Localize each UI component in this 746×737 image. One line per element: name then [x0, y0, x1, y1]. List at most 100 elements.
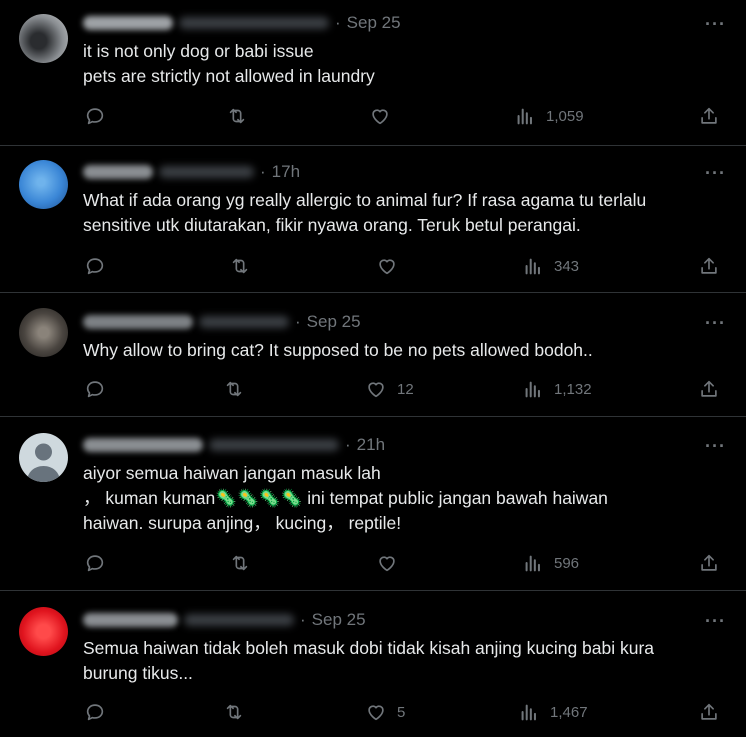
view-count: 1,059	[546, 107, 584, 125]
reply-button[interactable]	[84, 255, 106, 277]
tweet-text: aiyor semua haiwan jangan masuk lah ， ku…	[83, 463, 608, 533]
action-bar: 12 1,132	[0, 378, 746, 402]
share-button[interactable]	[698, 701, 720, 723]
retweet-button[interactable]	[229, 552, 251, 574]
view-count: 1,467	[550, 703, 588, 721]
action-bar: 5 1,467	[0, 701, 746, 725]
author-handle[interactable]	[159, 166, 254, 178]
retweet-icon	[232, 258, 248, 274]
share-button[interactable]	[698, 105, 720, 127]
action-bar: 1,059	[0, 105, 746, 129]
views-icon	[521, 704, 536, 721]
more-icon[interactable]: ···	[705, 436, 726, 457]
like-button[interactable]	[376, 255, 408, 277]
share-icon	[701, 380, 717, 397]
like-icon	[379, 259, 395, 275]
share-icon	[701, 107, 717, 124]
views-icon	[525, 381, 540, 398]
author-name[interactable]	[83, 165, 153, 179]
reply-tweet[interactable]: · 17h ··· What if ada orang yg really al…	[0, 146, 746, 293]
share-icon	[701, 257, 717, 274]
share-icon	[701, 703, 717, 720]
retweet-icon	[232, 555, 248, 571]
retweet-button[interactable]	[223, 378, 245, 400]
more-icon[interactable]: ···	[705, 14, 726, 35]
tweet-text: Why allow to bring cat? It supposed to b…	[83, 340, 593, 360]
retweet-icon	[229, 108, 245, 124]
author-name[interactable]	[83, 613, 178, 627]
author-name[interactable]	[83, 16, 173, 30]
reply-icon	[86, 555, 104, 572]
views-button[interactable]: 1,059	[514, 105, 584, 127]
reply-icon	[86, 381, 104, 398]
tweet-time[interactable]: Sep 25	[312, 610, 366, 630]
more-icon[interactable]: ···	[705, 163, 726, 184]
like-icon	[372, 109, 388, 125]
separator: ·	[345, 435, 351, 454]
view-count: 343	[554, 257, 580, 275]
separator: ·	[300, 610, 306, 629]
views-icon	[525, 258, 540, 275]
reply-tweet[interactable]: · 21h ··· aiyor semua haiwan jangan masu…	[0, 417, 746, 591]
views-button[interactable]: 343	[522, 255, 579, 277]
reply-button[interactable]	[84, 701, 106, 723]
like-button[interactable]	[369, 105, 401, 127]
reply-tweet[interactable]: · Sep 25 ··· Semua haiwan tidak boleh ma…	[0, 591, 746, 737]
like-count: 5	[397, 703, 406, 721]
share-button[interactable]	[698, 255, 720, 277]
tweet-header: · 21h	[83, 434, 385, 456]
views-icon	[517, 108, 532, 125]
views-icon	[525, 555, 540, 572]
tweet-header: · Sep 25	[83, 311, 361, 333]
tweet-text: Semua haiwan tidak boleh masuk dobi tida…	[83, 638, 655, 683]
reply-button[interactable]	[84, 378, 106, 400]
reply-icon	[86, 258, 104, 275]
like-icon	[368, 705, 384, 721]
share-button[interactable]	[698, 378, 720, 400]
more-icon[interactable]: ···	[705, 313, 726, 334]
view-count: 1,132	[554, 380, 592, 398]
retweet-icon	[226, 704, 242, 720]
reply-icon	[86, 108, 104, 125]
reply-button[interactable]	[84, 552, 106, 574]
reply-button[interactable]	[84, 105, 106, 127]
views-button[interactable]: 1,132	[522, 378, 592, 400]
retweet-button[interactable]	[229, 255, 251, 277]
reply-tweet[interactable]: · Sep 25 ··· Why allow to bring cat? It …	[0, 293, 746, 417]
author-handle[interactable]	[199, 316, 289, 328]
views-button[interactable]: 1,467	[518, 701, 588, 723]
more-icon[interactable]: ···	[705, 611, 726, 632]
separator: ·	[260, 162, 266, 181]
like-button[interactable]: 12	[365, 378, 414, 400]
retweet-button[interactable]	[226, 105, 248, 127]
author-name[interactable]	[83, 315, 193, 329]
avatar[interactable]	[19, 607, 68, 656]
retweet-button[interactable]	[223, 701, 245, 723]
like-button[interactable]: 5	[365, 701, 405, 723]
avatar[interactable]	[19, 433, 68, 482]
author-handle[interactable]	[209, 439, 339, 451]
views-button[interactable]: 596	[522, 552, 579, 574]
like-icon	[368, 382, 384, 398]
share-button[interactable]	[698, 552, 720, 574]
default-avatar-icon	[27, 443, 60, 482]
reply-feed: · Sep 25 ··· it is not only dog or babi …	[0, 0, 746, 737]
author-handle[interactable]	[184, 614, 294, 626]
action-bar: 596	[0, 552, 746, 576]
tweet-time[interactable]: 17h	[272, 162, 300, 182]
tweet-text: What if ada orang yg really allergic to …	[83, 190, 647, 235]
avatar[interactable]	[19, 14, 68, 63]
tweet-time[interactable]: Sep 25	[347, 13, 401, 33]
like-count: 12	[397, 380, 414, 398]
avatar[interactable]	[19, 308, 68, 357]
reply-tweet[interactable]: · Sep 25 ··· it is not only dog or babi …	[0, 0, 746, 146]
like-button[interactable]	[376, 552, 408, 574]
author-name[interactable]	[83, 438, 203, 452]
view-count: 596	[554, 554, 580, 572]
separator: ·	[295, 312, 301, 331]
avatar[interactable]	[19, 160, 68, 209]
tweet-time[interactable]: Sep 25	[307, 312, 361, 332]
tweet-time[interactable]: 21h	[357, 435, 385, 455]
retweet-icon	[226, 381, 242, 397]
author-handle[interactable]	[179, 17, 329, 29]
